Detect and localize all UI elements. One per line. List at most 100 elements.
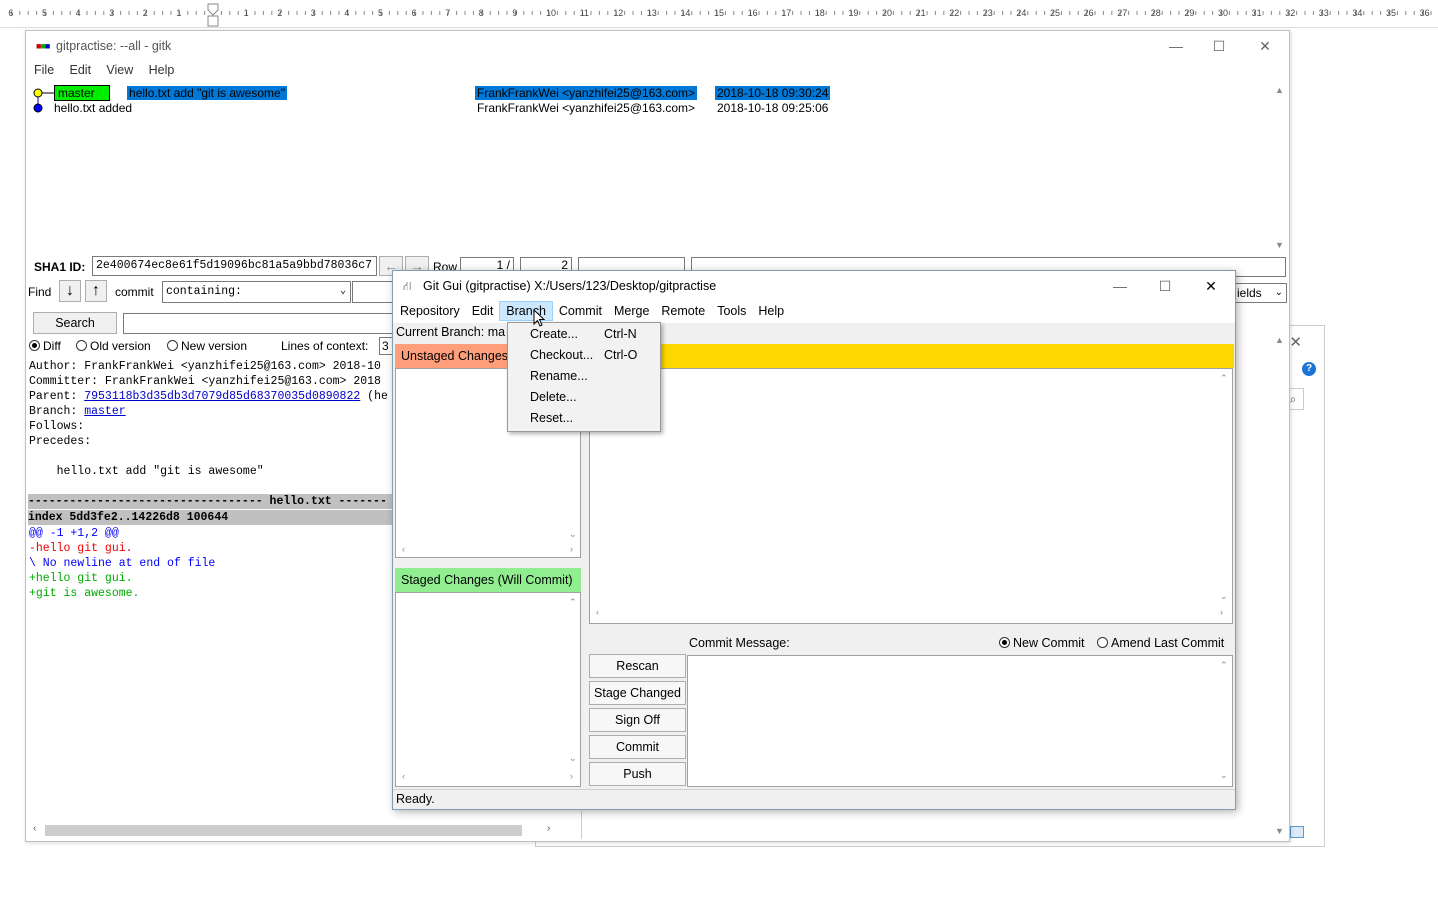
horizontal-scrollbar[interactable]: ‹ › — [31, 823, 561, 837]
gitk-titlebar[interactable]: ■■■ gitpractise: --all - gitk — ☐ ✕ — [26, 31, 1289, 61]
ruler-indent-marker[interactable] — [207, 3, 219, 16]
help-icon[interactable]: ? — [1302, 362, 1316, 376]
committer-line: Committer: FrankFrankWei <yanzhifei25@16… — [29, 375, 381, 388]
menu-commit[interactable]: Commit — [553, 302, 608, 320]
old-version-radio[interactable]: Old version — [76, 339, 151, 353]
new-version-radio[interactable]: New version — [167, 339, 247, 353]
menu-item-rename[interactable]: Rename... — [508, 366, 660, 387]
scroll-right-icon[interactable]: › — [547, 823, 550, 834]
search-input[interactable] — [123, 313, 398, 334]
menu-file[interactable]: File — [28, 61, 60, 79]
ruler-label: 4 — [344, 8, 350, 18]
menu-view[interactable]: View — [100, 61, 139, 79]
scroll-left-icon[interactable]: ‹ — [596, 607, 599, 617]
chevron-down-icon: ⌄ — [1274, 287, 1283, 298]
rescan-button[interactable]: Rescan — [589, 654, 686, 678]
commit-button[interactable]: Commit — [589, 735, 686, 759]
diff-radio[interactable]: Diff — [29, 339, 61, 353]
find-up-icon[interactable]: ↑ — [85, 280, 107, 302]
commit-date[interactable]: 2018-10-18 09:25:06 — [717, 101, 828, 115]
find-input[interactable] — [352, 281, 396, 303]
scroll-up-icon[interactable]: ⌃ — [569, 597, 577, 608]
commit-row[interactable]: master hello.txt add "git is awesome" — [54, 85, 287, 101]
branch-tag-master[interactable]: master — [54, 85, 110, 101]
scroll-down-icon[interactable]: ⌄ — [569, 529, 577, 540]
scroll-up-icon[interactable]: ▲ — [1275, 85, 1284, 95]
author-line: Author: FrankFrankWei <yanzhifei25@163.c… — [29, 360, 381, 373]
stage-changed-button[interactable]: Stage Changed — [589, 681, 686, 705]
scroll-up-icon[interactable]: ⌃ — [1220, 373, 1228, 384]
commit-message-input[interactable]: ⌃ ⌄ — [687, 655, 1233, 787]
minimize-icon[interactable]: — — [1161, 35, 1191, 57]
menu-item-reset[interactable]: Reset... — [508, 408, 660, 429]
menu-remote[interactable]: Remote — [655, 302, 711, 320]
scroll-right-icon[interactable]: › — [570, 771, 573, 781]
ruler-label: 26 — [1083, 8, 1094, 18]
commit-node[interactable] — [33, 88, 43, 98]
menu-help[interactable]: Help — [752, 302, 790, 320]
fields-select[interactable]: ields ⌄ — [1234, 283, 1287, 303]
scroll-down-icon[interactable]: ⌄ — [1220, 770, 1228, 781]
menu-item-label: Checkout... — [530, 348, 594, 362]
commit-author[interactable]: FrankFrankWei <yanzhifei25@163.com> — [475, 86, 698, 100]
precedes-line: Precedes: — [29, 435, 92, 448]
scroll-down-icon[interactable]: ⌄ — [569, 753, 577, 764]
menu-item-checkout[interactable]: Checkout... Ctrl-O — [508, 345, 660, 366]
commit-message[interactable]: hello.txt added — [54, 101, 132, 115]
scroll-down-icon[interactable]: ▼ — [1275, 826, 1284, 836]
amend-last-commit-radio[interactable]: Amend Last Commit — [1097, 636, 1224, 650]
close-icon[interactable]: ✕ — [1289, 333, 1302, 351]
branch-link[interactable]: master — [84, 405, 125, 418]
scroll-up-icon[interactable]: ▲ — [1275, 335, 1284, 345]
search-button[interactable]: Search — [33, 312, 117, 334]
menu-edit[interactable]: Edit — [64, 61, 98, 79]
close-icon[interactable]: ✕ — [1250, 35, 1280, 57]
menu-edit[interactable]: Edit — [466, 302, 500, 320]
menu-merge[interactable]: Merge — [608, 302, 655, 320]
menu-tools[interactable]: Tools — [711, 302, 752, 320]
commit-node[interactable] — [33, 103, 43, 113]
new-commit-radio[interactable]: New Commit — [999, 636, 1085, 650]
commit-author[interactable]: FrankFrankWei <yanzhifei25@163.com> — [477, 101, 695, 115]
scroll-left-icon[interactable]: ‹ — [33, 823, 36, 834]
maximize-icon[interactable]: ☐ — [1204, 35, 1234, 57]
ruler-left-margin-marker[interactable] — [207, 15, 219, 27]
scroll-right-icon[interactable]: › — [1220, 607, 1223, 617]
scroll-left-icon[interactable]: ‹ — [402, 544, 405, 554]
ruler-label: 4 — [75, 8, 81, 18]
commit-row[interactable]: hello.txt added — [54, 101, 132, 116]
parent-line: Parent: 7953118b3d35db3d7079d85d68370035… — [29, 389, 388, 404]
lines-of-context-label: Lines of context: — [281, 339, 369, 353]
maximize-icon[interactable]: ☐ — [1150, 275, 1180, 297]
view-icon[interactable] — [1290, 826, 1304, 838]
git-gui-titlebar[interactable]: ⛙ Git Gui (gitpractise) X:/Users/123/Des… — [393, 271, 1235, 301]
scroll-thumb[interactable] — [45, 825, 522, 836]
push-button[interactable]: Push — [589, 762, 686, 786]
diff-view[interactable]: ⌃ ⌄ ‹ › — [589, 368, 1233, 624]
find-type-select[interactable]: containing: ⌄ — [162, 281, 351, 303]
find-label: Find — [28, 285, 52, 299]
ruler-label: 20 — [882, 8, 893, 18]
sign-off-button[interactable]: Sign Off — [589, 708, 686, 732]
commit-date[interactable]: 2018-10-18 09:30:24 — [715, 86, 831, 100]
commit-label: commit — [115, 285, 154, 299]
menu-help[interactable]: Help — [143, 61, 181, 79]
minimize-icon[interactable]: — — [1105, 275, 1135, 297]
diff-nonewline-line: \ No newline at end of file — [29, 557, 216, 570]
close-icon[interactable]: ✕ — [1196, 275, 1226, 297]
scroll-left-icon[interactable]: ‹ — [402, 771, 405, 781]
sha1-input[interactable]: 2e400674ec8e61f5d19096bc81a5a9bbd78036c7 — [92, 256, 377, 276]
menu-item-delete[interactable]: Delete... — [508, 387, 660, 408]
find-down-icon[interactable]: ↓ — [59, 280, 81, 302]
scroll-up-icon[interactable]: ⌃ — [1220, 660, 1228, 671]
scroll-right-icon[interactable]: › — [570, 544, 573, 554]
parent-hash-link[interactable]: 7953118b3d35db3d7079d85d68370035d0890822 — [84, 390, 360, 403]
commit-message[interactable]: hello.txt add "git is awesome" — [127, 86, 287, 100]
find-type-value: containing: — [166, 285, 242, 298]
menu-repository[interactable]: Repository — [394, 302, 466, 320]
parent-label: Parent: — [29, 390, 85, 403]
scroll-down-icon[interactable]: ▼ — [1275, 240, 1284, 250]
staged-changes-list[interactable]: ⌃ ⌄ ‹ › — [395, 592, 581, 787]
menu-item-create[interactable]: Create... Ctrl-N — [508, 324, 660, 345]
scroll-down-icon[interactable]: ⌄ — [1220, 591, 1228, 602]
